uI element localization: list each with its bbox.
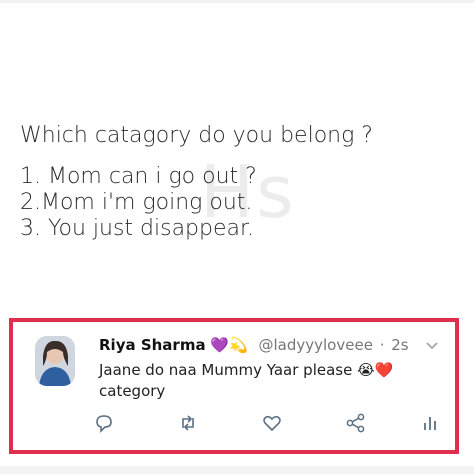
user-name[interactable]: Riya Sharma (99, 336, 206, 354)
tweet-text-line2: category (99, 382, 166, 400)
post-question: Which catagory do you belong ? (20, 123, 373, 148)
tweet-time: 2s (391, 336, 409, 354)
option-3: 3. You just disappear. (20, 216, 255, 241)
analytics-icon[interactable] (419, 412, 441, 434)
chevron-down-icon[interactable] (425, 338, 439, 352)
avatar[interactable] (35, 336, 75, 386)
user-handle[interactable]: @ladyyyloveee (259, 336, 373, 354)
retweet-icon[interactable] (177, 412, 199, 434)
name-emojis: 💜💫 (210, 336, 248, 354)
tweet-actions (93, 412, 443, 438)
option-2: 2.Mom i'm going out. (20, 190, 253, 215)
reply-icon[interactable] (93, 412, 115, 434)
tweet-text-line1: Jaane do naa Mummy Yaar please 😭❤️ (99, 361, 394, 379)
share-icon[interactable] (345, 412, 367, 434)
top-divider (0, 0, 474, 3)
tweet-header: Riya Sharma 💜💫 @ladyyyloveee · 2s (99, 336, 409, 354)
option-1: 1. Mom can i go out ? (20, 164, 257, 189)
bottom-divider (0, 466, 474, 474)
separator-dot: · (379, 336, 385, 354)
tweet-card[interactable]: Riya Sharma 💜💫 @ladyyyloveee · 2s Jaane … (9, 318, 459, 454)
tweet-text: Jaane do naa Mummy Yaar please 😭❤️ categ… (99, 360, 429, 402)
like-icon[interactable] (261, 412, 283, 434)
post-text: Which catagory do you belong ? 1. Mom ca… (20, 122, 460, 242)
